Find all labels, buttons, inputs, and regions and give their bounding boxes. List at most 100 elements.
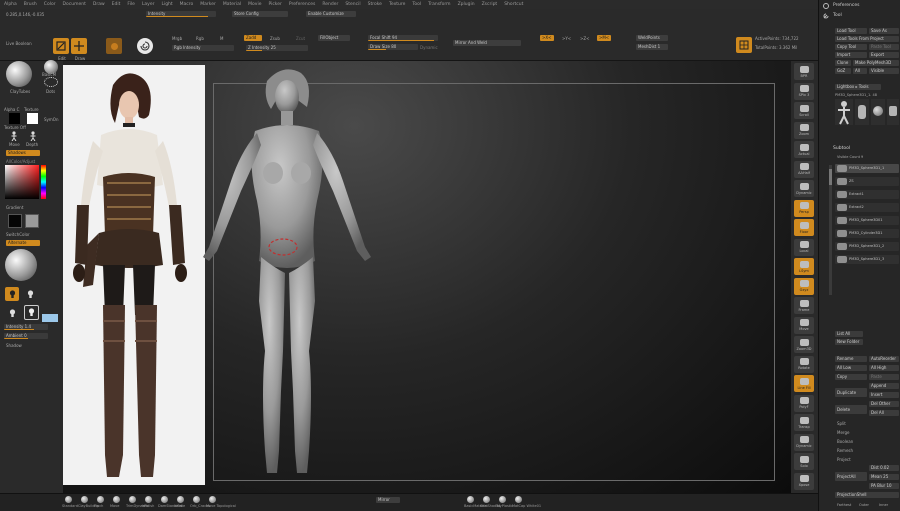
project-submenu[interactable]: Project [837, 457, 851, 462]
shelf-button-xpose[interactable]: Xpose [794, 472, 814, 490]
brush-pinch-icon[interactable] [97, 496, 104, 503]
tool-thumbnail-cylinder[interactable] [855, 99, 869, 125]
subtool-scrollbar[interactable] [829, 165, 832, 295]
del-other-button[interactable]: Del Other [869, 401, 899, 407]
brush-orb-cracks-icon[interactable] [193, 496, 200, 503]
fill-object-button[interactable]: FillObject [318, 35, 350, 41]
copy-button[interactable]: Copy [835, 374, 867, 380]
texture-thumbnail[interactable] [27, 113, 38, 124]
material-matcap-white01-icon[interactable] [515, 496, 522, 503]
menu-item-picker[interactable]: Picker [268, 2, 281, 7]
z-intensity-slider[interactable]: Z Intensity 25 [246, 45, 308, 51]
polyframe-button[interactable] [736, 37, 752, 53]
focal-shift-slider[interactable]: Focal Shift 94 [368, 35, 438, 41]
shelf-button-transp[interactable]: Transp [794, 414, 814, 431]
shelf-button-bpr[interactable]: BPR [794, 63, 814, 80]
subtool-header[interactable]: Subtool [833, 146, 850, 151]
menu-item-tool[interactable]: Tool [412, 2, 421, 7]
menu-item-draw[interactable]: Draw [93, 2, 105, 7]
shelf-button-solo[interactable]: Solo [794, 453, 814, 470]
auto-reorder-button[interactable]: AutoReorder [869, 356, 899, 362]
subtool-row[interactable]: Extract1 [835, 190, 899, 199]
new-folder-button[interactable]: New Folder [835, 339, 863, 345]
outer-toggle[interactable]: Outer [859, 503, 869, 507]
mirror-weld-button[interactable]: Mirror And Weld [453, 40, 521, 46]
gear-icon[interactable] [823, 3, 829, 9]
dist-slider[interactable]: Dist 0.02 [869, 465, 899, 471]
shelf-button-gxyz[interactable]: Gxyz [794, 277, 814, 295]
menu-item-macro[interactable]: Macro [180, 2, 194, 7]
subtool-row[interactable]: ZS [835, 177, 899, 186]
m-button[interactable]: M [220, 36, 223, 41]
brush-inflate-icon[interactable] [177, 496, 184, 503]
shelf-button-zoom[interactable]: Zoom [794, 121, 814, 139]
menu-item-stroke[interactable]: Stroke [368, 2, 382, 7]
subtool-row[interactable]: PM3D_Sphere3D1_1 [835, 164, 899, 173]
paste-button[interactable]: Paste [869, 374, 899, 380]
switch-color-button[interactable]: SwitchColor [6, 232, 30, 237]
dynamic-toggle[interactable]: Dynamic [420, 45, 438, 50]
menu-item-zscript[interactable]: Zscript [482, 2, 498, 7]
color-picker[interactable] [5, 165, 39, 199]
subtool-row[interactable]: PM3D_Cylinder3D1 [835, 229, 899, 238]
shelf-button-local[interactable]: Local [794, 238, 814, 256]
save-as-button[interactable]: Save As [869, 28, 899, 34]
shelf-button-aahalf[interactable]: AAHalf [794, 160, 814, 178]
record-button[interactable] [106, 38, 122, 54]
shelf-button-scroll[interactable]: Scroll [794, 102, 814, 119]
depth-person-icon[interactable] [29, 131, 37, 142]
alternate-button[interactable]: Alternate [6, 240, 40, 246]
brush-standard-icon[interactable] [65, 496, 72, 503]
split-submenu[interactable]: Split [837, 421, 846, 426]
shelf-button-persp[interactable]: Persp [794, 199, 814, 217]
export-button[interactable]: Export [869, 52, 899, 58]
menu-item-texture[interactable]: Texture [389, 2, 405, 7]
make-polymesh-button[interactable]: Make PolyMesh3D [853, 60, 899, 66]
light-selected-button[interactable] [24, 305, 39, 320]
rename-button[interactable]: Rename [835, 356, 867, 362]
mrgb-button[interactable]: Mrgb [172, 36, 182, 41]
tool-thumbnail-figure[interactable] [835, 99, 853, 125]
main-color-swatch[interactable] [8, 214, 22, 228]
paste-tool-button[interactable]: Paste Tool [869, 44, 899, 50]
visible-button[interactable]: Visible [869, 68, 899, 74]
tool-thumbnail-sphere[interactable] [871, 99, 885, 125]
load-tool-button[interactable]: Load Tool [835, 28, 867, 34]
ambient-slider[interactable]: Ambient 0 [4, 333, 48, 339]
secondary-color-swatch[interactable] [25, 214, 39, 228]
x-symmetry-button[interactable]: >X< [540, 35, 554, 41]
menu-item-file[interactable]: File [127, 2, 135, 7]
menu-item-document[interactable]: Document [63, 2, 86, 7]
rgb-button[interactable]: Rgb [196, 36, 204, 41]
menu-item-preferences[interactable]: Preferences [289, 2, 315, 7]
m-symmetry-button[interactable]: >M< [597, 35, 611, 41]
all-high-button[interactable]: All High [869, 365, 899, 371]
menu-item-layer[interactable]: Layer [142, 2, 155, 7]
menu-item-movie[interactable]: Movie [248, 2, 261, 7]
draw-button[interactable]: Draw [71, 38, 87, 61]
light-bulb-button[interactable] [5, 287, 19, 301]
shelf-button-frame[interactable]: Frame [794, 297, 814, 314]
subtool-row[interactable]: PM3D_Sphere3D1_2 [835, 242, 899, 251]
material-toyplastic-icon[interactable] [499, 496, 506, 503]
zcut-button[interactable]: Zcut [296, 36, 305, 41]
bulb-icon-3[interactable] [9, 309, 16, 318]
subtool-row[interactable]: Extract2 [835, 203, 899, 212]
tool-title[interactable]: Tool [833, 13, 842, 18]
shelf-button-lsym[interactable]: LSym [794, 258, 814, 275]
lightbox-button[interactable] [137, 38, 153, 54]
menu-item-brush[interactable]: Brush [24, 2, 37, 7]
menu-item-zplugin[interactable]: Zplugin [458, 2, 475, 7]
shelf-button-floor[interactable]: Floor [794, 219, 814, 236]
zadd-button[interactable]: Zadd [244, 35, 262, 41]
hue-strip[interactable] [41, 165, 46, 199]
shelf-button-rotate[interactable]: Rotate [794, 355, 814, 373]
shadows-button[interactable]: Shadows [6, 150, 40, 156]
brush-hpolish-icon[interactable] [145, 496, 152, 503]
menu-item-edit[interactable]: Edit [112, 2, 121, 7]
shelf-button-line-fill[interactable]: Line Fill [794, 375, 814, 392]
y-symmetry-button[interactable]: >Y< [562, 36, 571, 41]
projection-shell-slider[interactable]: ProjectionShell [835, 492, 899, 498]
brush-move-icon[interactable] [113, 496, 120, 503]
insert-button[interactable]: Insert [869, 392, 899, 398]
